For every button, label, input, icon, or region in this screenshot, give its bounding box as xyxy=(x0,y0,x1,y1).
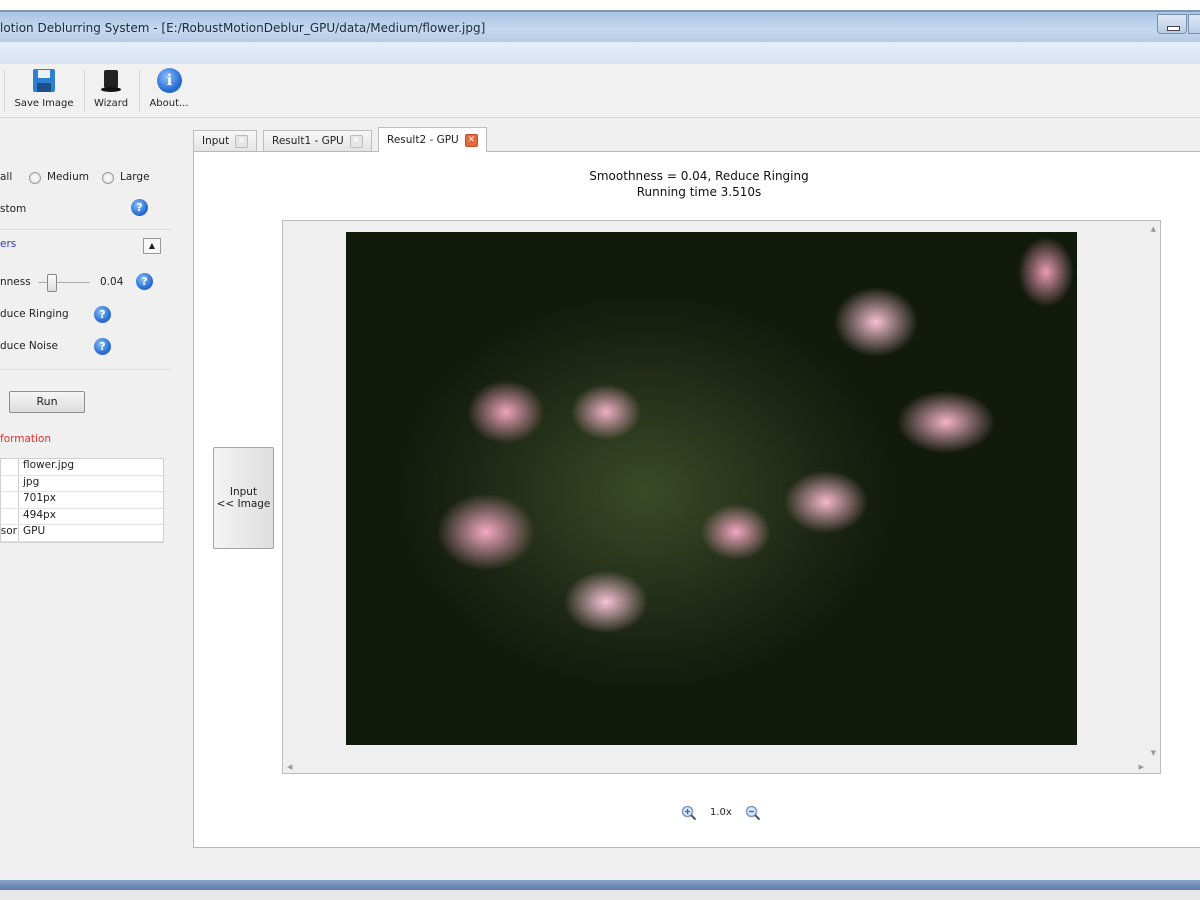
close-icon[interactable]: ✕ xyxy=(235,134,249,148)
close-icon[interactable]: ✕ xyxy=(464,133,478,147)
radio-large[interactable] xyxy=(102,172,114,184)
zoom-out-icon[interactable] xyxy=(745,805,761,821)
smoothness-label: nness xyxy=(0,276,31,288)
menu-bar xyxy=(0,42,1200,64)
custom-label[interactable]: stom xyxy=(0,203,26,215)
help-icon[interactable]: ? xyxy=(136,273,153,290)
reduce-noise-checkbox-label[interactable]: duce Noise xyxy=(0,340,58,352)
smoothness-value: 0.04 xyxy=(100,276,124,288)
wizard-label: Wizard xyxy=(93,98,129,109)
maximize-button[interactable] xyxy=(1188,14,1200,34)
toolbar-separator xyxy=(4,70,5,112)
smoothness-slider-track[interactable] xyxy=(38,282,90,283)
divider xyxy=(0,369,172,370)
info-key xyxy=(1,492,19,508)
toolbar-separator xyxy=(139,70,140,112)
input-button-line2: << Image xyxy=(216,498,271,510)
window-title: lotion Deblurring System - [E:/RobustMot… xyxy=(0,21,486,35)
collapse-button[interactable]: ▲ xyxy=(143,238,161,254)
radio-small-label[interactable]: all xyxy=(0,171,12,183)
radio-large-label[interactable]: Large xyxy=(120,171,150,183)
scroll-down-arrow[interactable]: ▼ xyxy=(1151,749,1156,757)
about-label: About... xyxy=(149,98,189,109)
tab-label: Result2 - GPU xyxy=(387,134,459,146)
info-key: sor xyxy=(1,525,19,541)
toolbar: Save Image Wizard i About... xyxy=(0,64,1200,118)
input-button-line1: Input xyxy=(229,486,258,498)
toolbar-separator xyxy=(84,70,85,112)
deblurred-flower-image xyxy=(346,232,1077,745)
title-bar: lotion Deblurring System - [E:/RobustMot… xyxy=(0,10,1200,42)
table-row: jpg xyxy=(1,475,163,492)
magic-hat-icon xyxy=(98,68,124,94)
zoom-in-icon[interactable] xyxy=(681,805,697,821)
info-key xyxy=(1,459,19,475)
save-image-label: Save Image xyxy=(14,98,74,109)
divider xyxy=(0,229,172,230)
table-row: 494px xyxy=(1,508,163,525)
scroll-left-arrow[interactable]: ◀ xyxy=(287,763,292,771)
info-icon: i xyxy=(156,68,182,94)
scroll-right-arrow[interactable]: ▶ xyxy=(1139,763,1144,771)
tab-result2-gpu[interactable]: Result2 - GPU ✕ xyxy=(378,127,487,152)
help-icon[interactable]: ? xyxy=(94,306,111,323)
window-bottom-border xyxy=(0,880,1200,890)
radio-medium[interactable] xyxy=(29,172,41,184)
result-params-text: Smoothness = 0.04, Reduce Ringing xyxy=(589,169,809,183)
info-key xyxy=(1,508,19,524)
info-key xyxy=(1,475,19,491)
reduce-ringing-checkbox-label[interactable]: duce Ringing xyxy=(0,308,69,320)
table-row: 701px xyxy=(1,492,163,509)
minimize-button[interactable] xyxy=(1157,14,1187,34)
scroll-up-arrow[interactable]: ▲ xyxy=(1151,225,1156,233)
smoothness-slider-handle[interactable] xyxy=(47,274,57,292)
radio-medium-label[interactable]: Medium xyxy=(47,171,89,183)
tab-result1-gpu[interactable]: Result1 - GPU ✕ xyxy=(263,130,372,151)
parameters-group-title: ers xyxy=(0,238,17,250)
tab-label: Input xyxy=(202,135,230,147)
about-button[interactable]: i About... xyxy=(146,68,192,116)
table-row: flower.jpg xyxy=(1,459,163,476)
running-time-text: Running time 3.510s xyxy=(636,185,762,199)
floppy-disk-icon xyxy=(31,68,57,94)
info-value: jpg xyxy=(23,475,40,488)
zoom-level: 1.0x xyxy=(710,807,732,818)
info-value: flower.jpg xyxy=(23,459,75,471)
help-icon[interactable]: ? xyxy=(94,338,111,355)
table-row: sor GPU xyxy=(1,525,163,542)
run-button[interactable]: Run xyxy=(9,391,85,413)
info-table: flower.jpg jpg 701px 494px sor GPU xyxy=(0,458,164,543)
help-icon[interactable]: ? xyxy=(131,199,148,216)
info-value: 701px xyxy=(23,492,56,504)
info-value: GPU xyxy=(23,525,46,537)
show-input-image-button[interactable]: Input << Image xyxy=(213,447,274,549)
window-shadow xyxy=(0,890,1200,900)
info-value: 494px xyxy=(23,508,56,521)
tab-label: Result1 - GPU xyxy=(272,135,344,147)
save-image-button[interactable]: Save Image xyxy=(12,68,76,116)
tab-input[interactable]: Input ✕ xyxy=(193,130,258,151)
close-icon[interactable]: ✕ xyxy=(349,134,363,148)
information-group-title: formation xyxy=(0,433,52,445)
wizard-button[interactable]: Wizard xyxy=(90,68,132,116)
